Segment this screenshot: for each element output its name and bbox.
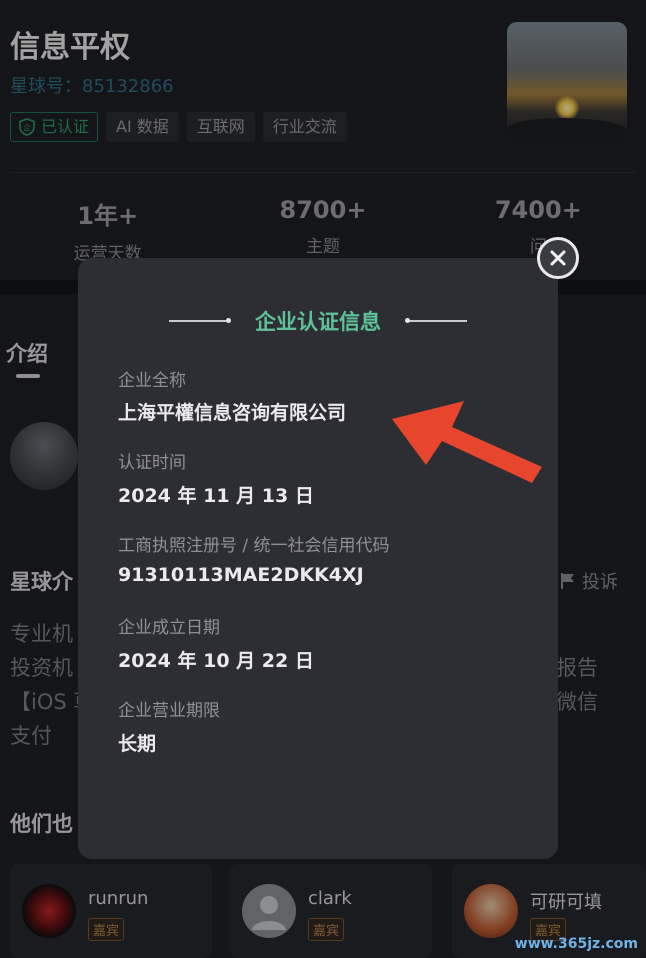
title-decor-right <box>405 318 467 323</box>
founded-date-value: 2024 年 10 月 22 日 <box>118 650 314 672</box>
business-term-value: 长期 <box>118 733 157 755</box>
title-decor-left <box>169 318 231 323</box>
annotation-arrow <box>392 401 542 483</box>
founded-date-label: 企业成立日期 <box>118 618 220 638</box>
close-icon <box>550 250 566 266</box>
dialog-title: 企业认证信息 <box>255 310 381 334</box>
dialog-header: 企业认证信息 <box>78 306 558 336</box>
credit-code-value: 91310113MAE2DKK4XJ <box>118 564 364 586</box>
close-button[interactable] <box>537 237 579 279</box>
company-name-value: 上海平權信息咨询有限公司 <box>118 402 347 424</box>
credit-code-label: 工商执照注册号 / 统一社会信用代码 <box>118 536 390 556</box>
business-term-label: 企业营业期限 <box>118 701 220 721</box>
verify-time-value: 2024 年 11 月 13 日 <box>118 485 314 507</box>
verify-time-label: 认证时间 <box>118 453 186 473</box>
watermark: www.365jz.com <box>514 936 638 952</box>
enterprise-verification-dialog: 企业认证信息 企业全称 上海平權信息咨询有限公司 认证时间 2024 年 11 … <box>78 258 558 859</box>
company-name-label: 企业全称 <box>118 371 186 391</box>
